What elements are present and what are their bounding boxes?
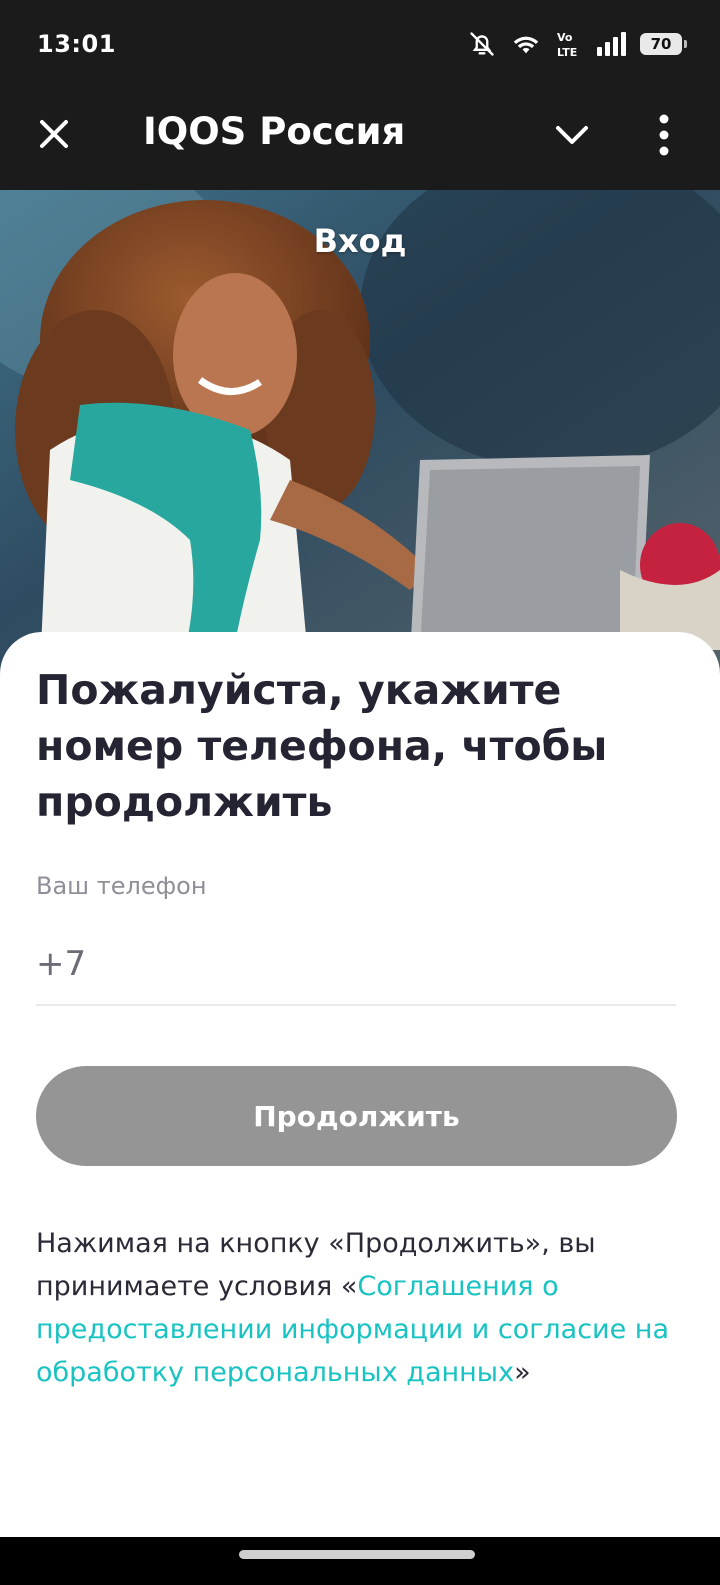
- chevron-down-icon: [556, 126, 588, 144]
- battery-icon: 70: [640, 33, 687, 55]
- status-time: 13:01: [37, 30, 116, 58]
- hero-image: Вход: [0, 190, 720, 670]
- more-options-button[interactable]: [648, 108, 680, 162]
- more-vert-icon: [659, 114, 669, 156]
- navigation-bar: [0, 1537, 720, 1585]
- signal-icon: [596, 31, 626, 57]
- continue-button[interactable]: Продолжить: [36, 1066, 677, 1166]
- status-icons: Vo LTE 70: [468, 28, 687, 60]
- phone-input[interactable]: [36, 924, 676, 1006]
- bell-off-icon: [468, 30, 496, 58]
- home-indicator[interactable]: [239, 1550, 475, 1559]
- hero-title: Вход: [313, 222, 407, 260]
- svg-text:Vo: Vo: [557, 31, 573, 44]
- volte-icon: Vo LTE: [556, 29, 582, 59]
- wifi-icon: [510, 30, 542, 58]
- status-bar: 13:01 Vo LTE 70: [0, 0, 720, 90]
- login-sheet: Пожалуйста, укажите номер телефона, чтоб…: [0, 632, 720, 1537]
- consent-suffix: »: [514, 1357, 531, 1388]
- close-icon: [40, 120, 68, 148]
- close-button[interactable]: [32, 112, 76, 156]
- phone-label: Ваш телефон: [36, 872, 207, 900]
- app-bar: IQOS Россия: [0, 90, 720, 190]
- expand-button[interactable]: [550, 112, 594, 156]
- consent-text: Нажимая на кнопку «Продолжить», вы прини…: [36, 1222, 686, 1394]
- page-title: Пожалуйста, укажите номер телефона, чтоб…: [36, 666, 608, 826]
- svg-text:LTE: LTE: [557, 46, 577, 59]
- hero-illustration: [0, 190, 720, 670]
- app-title: IQOS Россия: [143, 110, 406, 153]
